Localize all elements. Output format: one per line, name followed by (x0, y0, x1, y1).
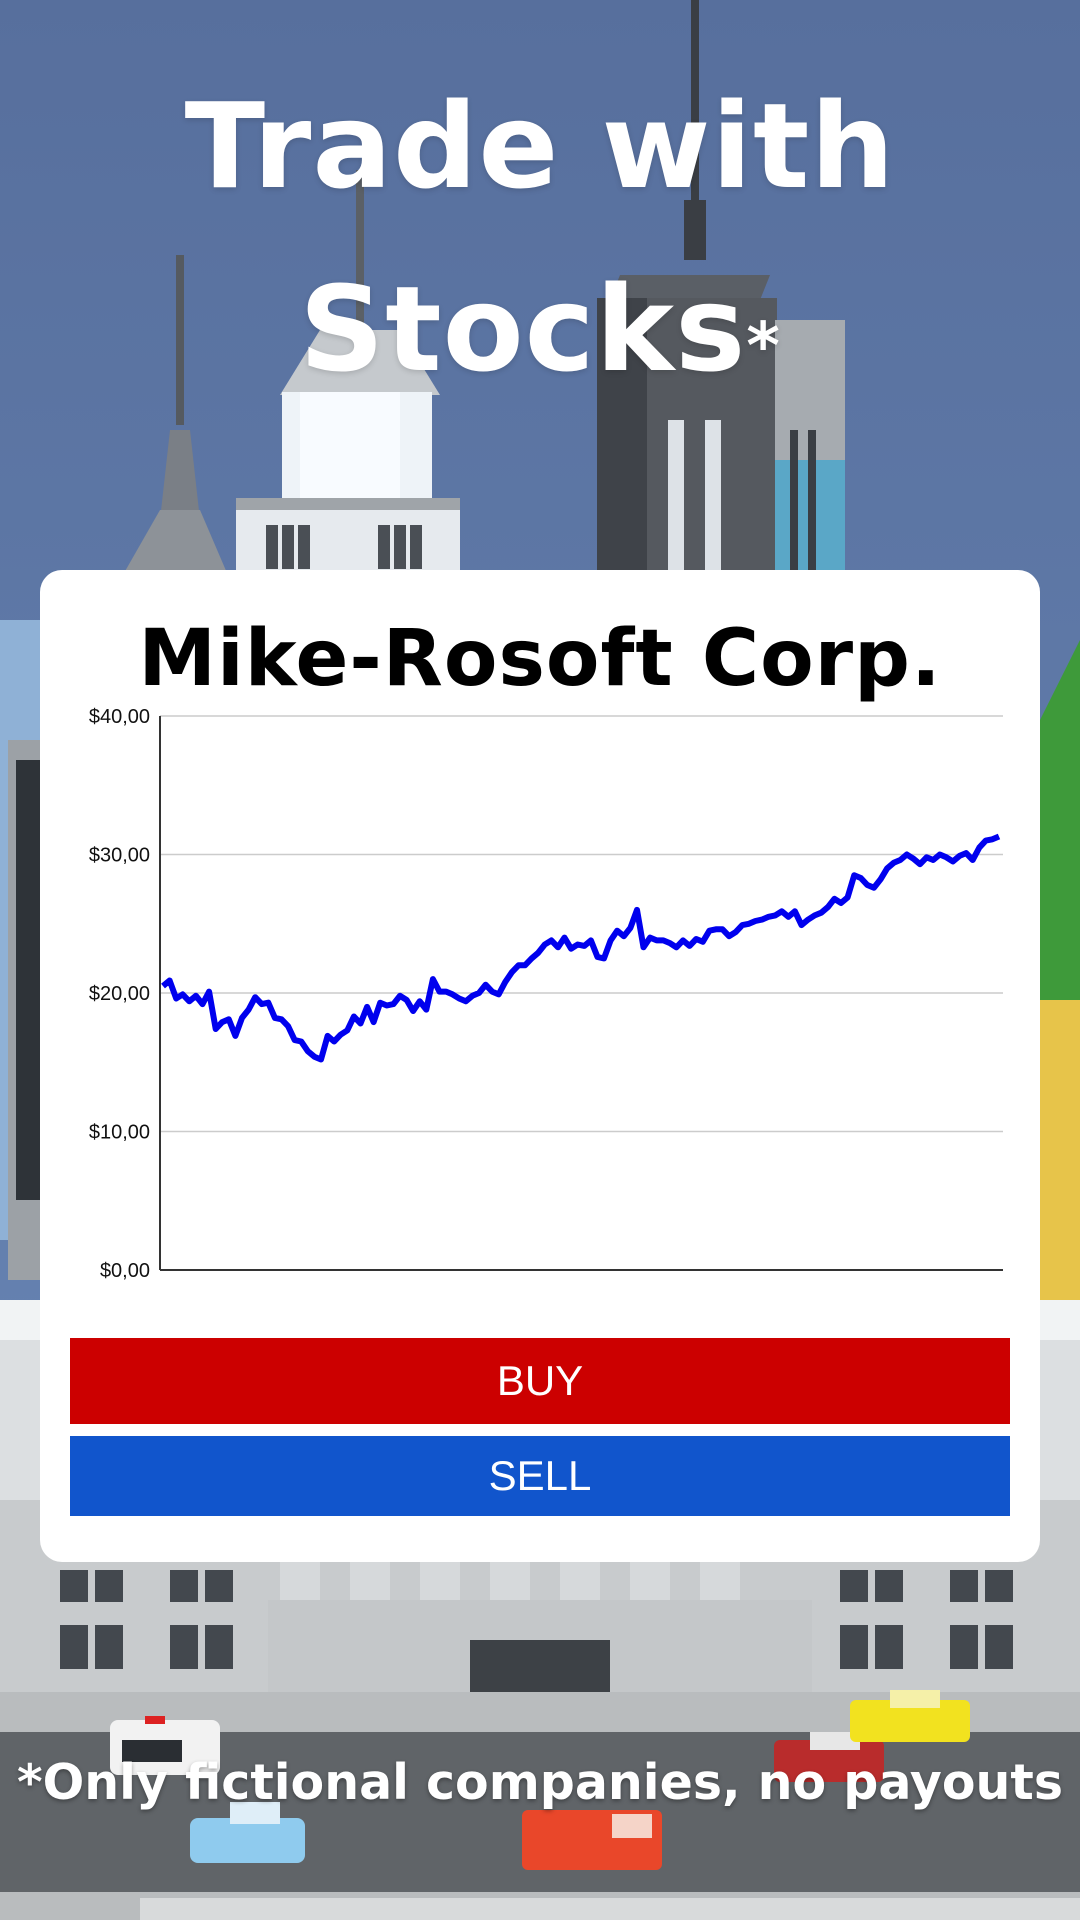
headline: Trade with Stocks* (0, 55, 1080, 421)
y-tick-label: $20,00 (89, 983, 150, 1005)
headline-line-1: Trade with (184, 77, 896, 215)
y-tick-label: $30,00 (89, 845, 150, 867)
headline-asterisk: * (746, 310, 781, 384)
stock-card: Mike-Rosoft Corp. $0,00 $10,00 $20,00 $30,0… (40, 570, 1040, 1562)
disclaimer: *Only fictional companies, no payouts (17, 1754, 1063, 1811)
left-tall-building (0, 620, 40, 1280)
y-tick-label: $10,00 (89, 1122, 150, 1144)
red-truck (522, 1810, 662, 1870)
buy-button[interactable]: BUY (70, 1338, 1010, 1424)
price-line (161, 833, 1001, 1063)
price-chart: $0,00 $10,00 $20,00 $30,00 $40,00 (89, 706, 1003, 1282)
headline-line-2: Stocks* (0, 238, 1080, 421)
y-tick-label: $40,00 (89, 706, 150, 728)
headline-word-stocks: Stocks (299, 260, 747, 398)
sell-button[interactable]: SELL (70, 1436, 1010, 1516)
company-name: Mike-Rosoft Corp. (138, 614, 942, 704)
y-tick-label: $0,00 (100, 1260, 150, 1282)
